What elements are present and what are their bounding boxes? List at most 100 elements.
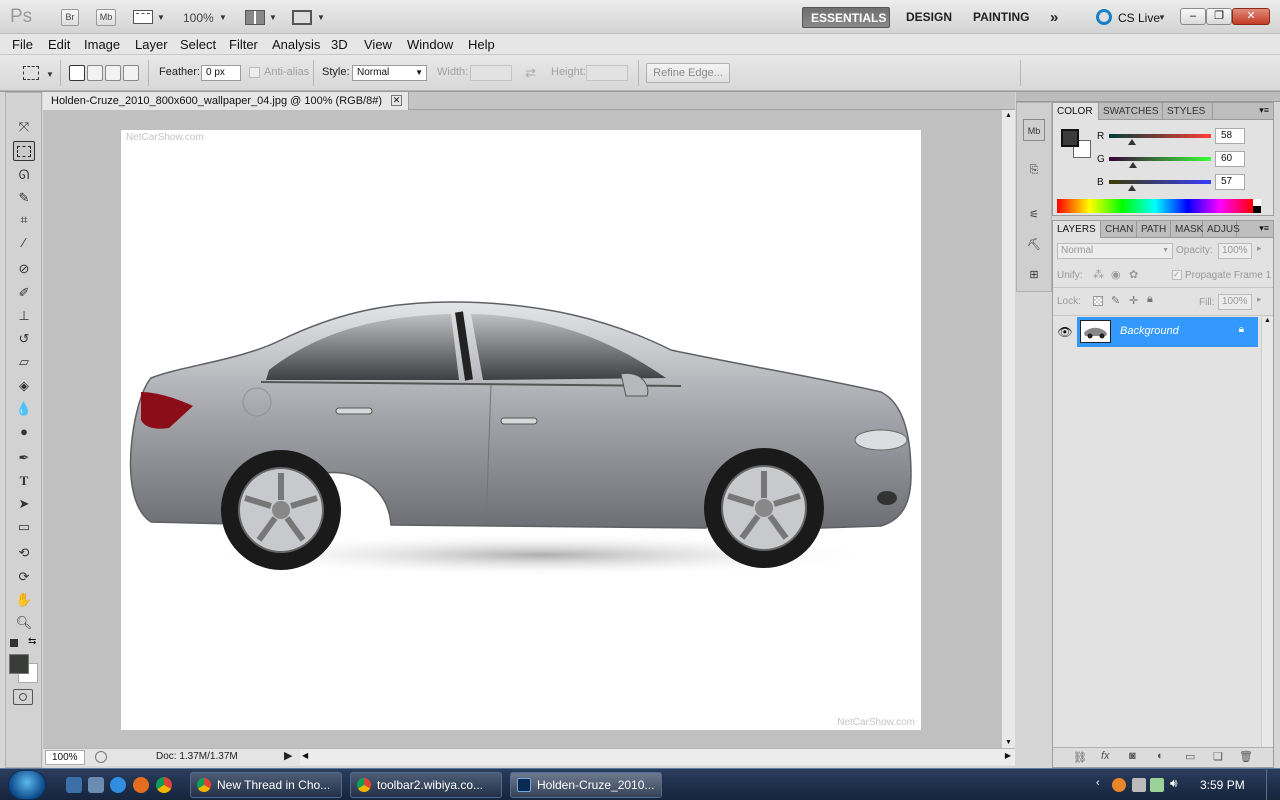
horizontal-scrollbar[interactable]: ◀ ▶ xyxy=(300,749,1015,765)
history-panel-icon[interactable]: ⎘ xyxy=(1023,159,1045,181)
fill-input[interactable]: 100% xyxy=(1218,294,1252,310)
opacity-input[interactable]: 100% xyxy=(1218,243,1252,259)
workspace-design[interactable]: DESIGN xyxy=(898,7,960,28)
zoom-tool-icon[interactable]: 🔍︎ xyxy=(13,613,35,633)
eraser-tool-icon[interactable]: ▱ xyxy=(13,352,35,372)
scroll-left-icon[interactable]: ◀ xyxy=(302,751,308,760)
show-desktop-button[interactable] xyxy=(1266,769,1280,800)
channel-r-thumb[interactable] xyxy=(1128,139,1137,145)
clone-source-icon[interactable]: ⊞ xyxy=(1023,264,1045,286)
paint-bucket-tool-icon[interactable]: ◈ xyxy=(13,376,35,396)
panel-menu-icon[interactable]: ▾≡ xyxy=(1259,105,1269,116)
layer-row-background[interactable]: Background 🔒︎ xyxy=(1077,317,1258,347)
eyedropper-tool-icon[interactable]: ⁄ xyxy=(13,233,35,253)
channel-g-input[interactable]: 60 xyxy=(1215,151,1245,167)
canvas-area[interactable]: NetCarShow.com NetCarShow.com xyxy=(43,110,1001,748)
menu-image[interactable]: Image xyxy=(84,37,120,52)
menu-view[interactable]: View xyxy=(364,37,392,52)
pen-tool-icon[interactable]: ✒ xyxy=(13,448,35,468)
blend-mode-select[interactable]: Normal ▼ xyxy=(1057,243,1173,259)
brush-tool-icon[interactable]: ✐ xyxy=(13,283,35,303)
arrange-documents-icon[interactable] xyxy=(245,10,265,25)
feather-input[interactable]: 0 px xyxy=(201,65,241,81)
scroll-up-icon[interactable]: ▲ xyxy=(1264,317,1271,324)
tray-app-icon[interactable] xyxy=(1112,778,1126,792)
3d-orbit-tool-icon[interactable]: ⟳ xyxy=(13,567,35,587)
scroll-right-icon[interactable]: ▶ xyxy=(1005,751,1011,760)
menu-file[interactable]: File xyxy=(12,37,33,52)
menu-select[interactable]: Select xyxy=(180,37,216,52)
menu-analysis[interactable]: Analysis xyxy=(272,37,320,52)
channel-r-slider[interactable] xyxy=(1109,134,1211,138)
adjustment-layer-icon[interactable]: ◐ xyxy=(1157,750,1164,762)
unify-style-icon[interactable]: ✿ xyxy=(1129,268,1138,281)
rectangle-tool-icon[interactable]: ▭ xyxy=(13,517,35,537)
chrome-icon[interactable] xyxy=(156,777,172,793)
tray-expand-icon[interactable]: ‹ xyxy=(1096,777,1100,789)
clone-stamp-tool-icon[interactable]: ⊥ xyxy=(13,306,35,326)
swap-colors-icon[interactable]: ⇆ xyxy=(28,636,36,647)
blur-tool-icon[interactable]: 💧 xyxy=(13,399,35,419)
hand-tool-icon[interactable]: ✋ xyxy=(13,590,35,610)
3d-rotate-tool-icon[interactable]: ⟲ xyxy=(13,543,35,563)
internet-explorer-icon[interactable] xyxy=(110,777,126,793)
channel-g-thumb[interactable] xyxy=(1128,162,1137,168)
new-selection-icon[interactable] xyxy=(69,65,85,81)
channel-r-input[interactable]: 58 xyxy=(1215,128,1245,144)
tray-security-icon[interactable] xyxy=(1150,778,1164,792)
height-input[interactable] xyxy=(586,65,628,81)
width-input[interactable] xyxy=(470,65,512,81)
tab-masks[interactable]: MASK xyxy=(1171,221,1203,238)
delete-layer-icon[interactable]: 🗑︎ xyxy=(1239,750,1253,763)
vertical-scrollbar[interactable]: ▲ ▼ xyxy=(1001,110,1015,748)
restore-button[interactable]: ❐ xyxy=(1206,8,1232,25)
workspace-more-icon[interactable]: » xyxy=(1042,7,1066,28)
channel-b-slider[interactable] xyxy=(1109,180,1211,184)
channel-b-thumb[interactable] xyxy=(1127,185,1136,191)
view-extras-icon[interactable] xyxy=(133,10,153,24)
fill-arrow-icon[interactable]: ▸ xyxy=(1257,294,1262,305)
document-tab[interactable]: Holden-Cruze_2010_800x600_wallpaper_04.j… xyxy=(43,92,409,110)
anti-alias-checkbox[interactable] xyxy=(249,67,260,78)
healing-brush-tool-icon[interactable]: ⊘ xyxy=(13,259,35,279)
add-mask-icon[interactable]: ◙ xyxy=(1129,750,1136,762)
chevron-down-icon[interactable]: ▼ xyxy=(269,13,277,22)
unify-position-icon[interactable]: ⁂ xyxy=(1093,268,1104,281)
tab-layers[interactable]: LAYERS xyxy=(1053,221,1101,238)
chevron-down-icon[interactable]: ▼ xyxy=(157,13,165,22)
new-layer-icon[interactable]: ❏ xyxy=(1213,750,1223,763)
subtract-selection-icon[interactable] xyxy=(105,65,121,81)
menu-filter[interactable]: Filter xyxy=(229,37,258,52)
foreground-color-chip[interactable] xyxy=(1061,129,1079,147)
explorer-icon[interactable] xyxy=(88,777,104,793)
workspace-painting[interactable]: PAINTING xyxy=(965,7,1037,28)
menu-edit[interactable]: Edit xyxy=(48,37,70,52)
rectangular-marquee-preset-icon[interactable] xyxy=(23,66,39,80)
tab-channels[interactable]: CHAN xyxy=(1101,221,1137,238)
quick-mask-icon[interactable] xyxy=(13,689,33,705)
dodge-tool-icon[interactable]: ● xyxy=(13,422,35,442)
tab-paths[interactable]: PATH xyxy=(1137,221,1171,238)
lock-all-icon[interactable]: 🔒︎ xyxy=(1147,293,1153,306)
firefox-icon[interactable] xyxy=(133,777,149,793)
chevron-down-icon[interactable]: ▼ xyxy=(46,70,54,79)
minibridge-panel-icon[interactable]: Mb xyxy=(1023,119,1045,141)
volume-icon[interactable]: 🔊︎ xyxy=(1170,776,1178,791)
workspace-essentials[interactable]: ESSENTIALS xyxy=(802,7,890,28)
style-select[interactable]: Normal ▼ xyxy=(352,65,427,81)
bridge-button[interactable]: Br xyxy=(61,9,79,26)
default-colors-icon[interactable] xyxy=(10,639,18,647)
tab-styles[interactable]: STYLES xyxy=(1163,103,1213,120)
minibridge-button[interactable]: Mb xyxy=(96,9,116,26)
foreground-color-swatch[interactable] xyxy=(9,654,29,674)
move-tool-icon[interactable]: ⤧ xyxy=(13,117,35,137)
start-button[interactable] xyxy=(8,770,46,800)
zoom-field[interactable]: 100% xyxy=(45,750,85,765)
scroll-up-icon[interactable]: ▲ xyxy=(1005,112,1012,119)
panel-menu-icon[interactable]: ▾≡ xyxy=(1259,223,1269,234)
lasso-tool-icon[interactable]: ᘏ xyxy=(13,165,35,185)
crop-tool-icon[interactable]: ⌗ xyxy=(13,210,35,230)
rectangular-marquee-tool-icon[interactable] xyxy=(13,141,35,161)
menu-3d[interactable]: 3D xyxy=(331,37,348,52)
show-desktop-icon[interactable] xyxy=(66,777,82,793)
